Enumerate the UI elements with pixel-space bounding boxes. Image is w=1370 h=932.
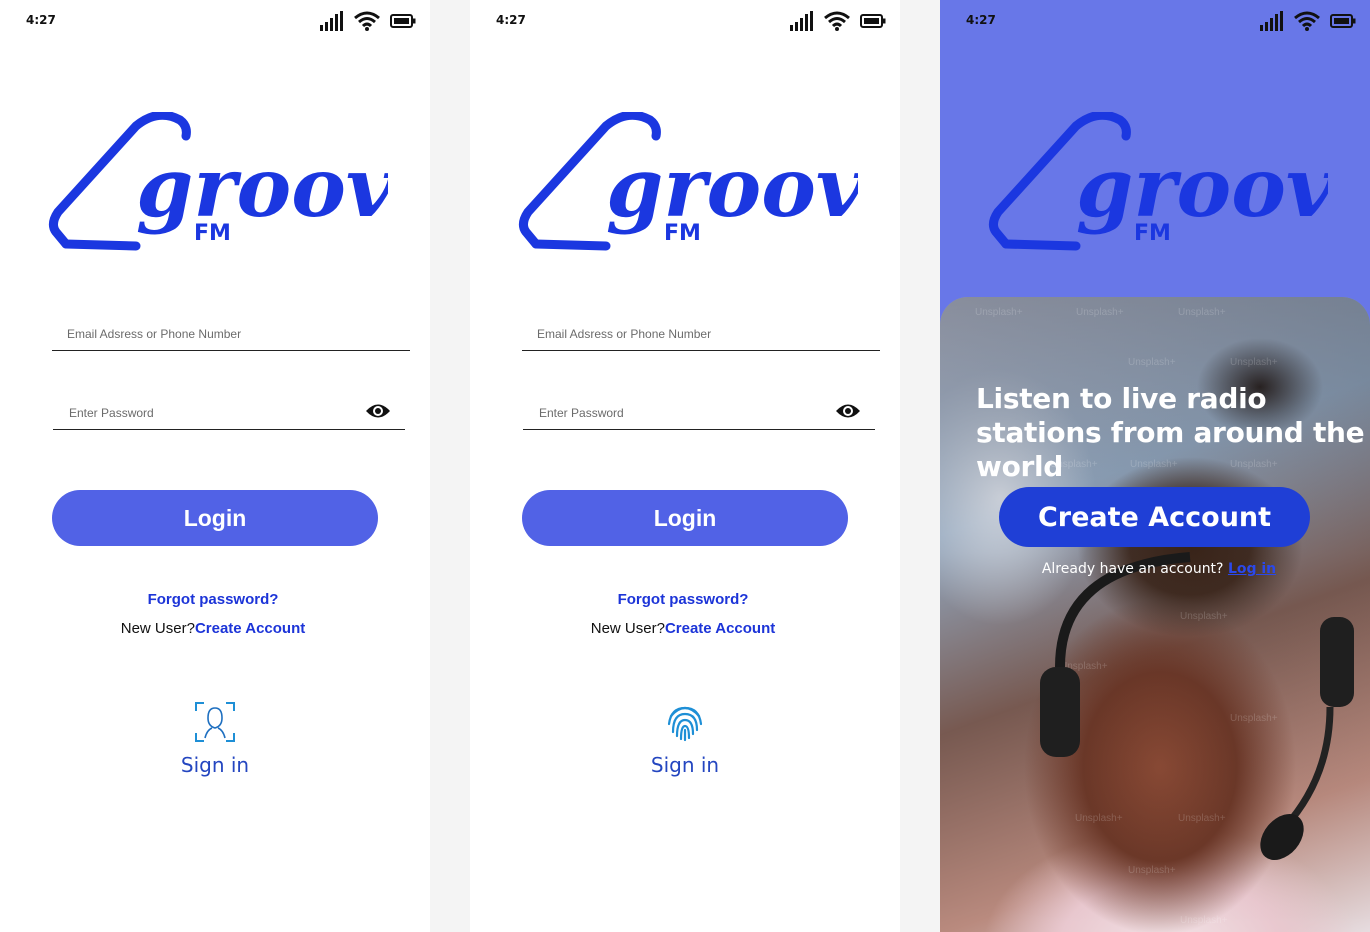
already-have-account-row: Already have an account? Log in xyxy=(940,561,1370,577)
already-text: Already have an account? xyxy=(1041,561,1224,577)
password-field[interactable]: Enter Password xyxy=(523,389,875,430)
eye-icon[interactable] xyxy=(365,402,391,420)
logo-word: groove xyxy=(136,140,388,236)
new-user-row: New User?Create Account xyxy=(0,620,430,637)
groove-fm-logo: groove FM xyxy=(48,112,388,251)
watermark: Unsplash+ xyxy=(1076,307,1124,318)
new-user-row: New User?Create Account xyxy=(470,620,900,637)
battery-icon xyxy=(860,14,886,28)
logo-sub: FM xyxy=(1134,221,1171,246)
biometric-sign-in[interactable]: Sign in xyxy=(470,753,900,777)
signal-icon xyxy=(1260,11,1283,31)
watermark: Unsplash+ xyxy=(1178,307,1226,318)
wifi-icon xyxy=(824,11,850,31)
status-time: 4:27 xyxy=(26,13,56,27)
status-bar: 4:27 xyxy=(940,0,1370,44)
fingerprint-icon[interactable] xyxy=(663,700,707,744)
battery-icon xyxy=(1330,14,1356,28)
logo-word: groove xyxy=(606,140,858,236)
biometric-sign-in[interactable]: Sign in xyxy=(0,753,430,777)
status-time: 4:27 xyxy=(966,13,996,27)
email-placeholder: Email Adsress or Phone Number xyxy=(537,327,712,341)
status-bar: 4:27 xyxy=(0,0,430,44)
watermark: Unsplash+ xyxy=(1180,915,1228,926)
logo-sub: FM xyxy=(194,221,231,246)
log-in-link[interactable]: Log in xyxy=(1228,561,1276,577)
password-field[interactable]: Enter Password xyxy=(53,389,405,430)
watermark: Unsplash+ xyxy=(1230,357,1278,368)
create-account-link[interactable]: Create Account xyxy=(665,620,775,637)
create-account-link[interactable]: Create Account xyxy=(195,620,305,637)
face-id-icon[interactable] xyxy=(193,700,237,744)
signal-icon xyxy=(790,11,813,31)
eye-icon[interactable] xyxy=(835,402,861,420)
watermark: Unsplash+ xyxy=(1128,357,1176,368)
create-account-button[interactable]: Create Account xyxy=(999,487,1310,547)
status-time: 4:27 xyxy=(496,13,526,27)
status-bar: 4:27 xyxy=(470,0,900,44)
login-button[interactable]: Login xyxy=(52,490,378,546)
logo-sub: FM xyxy=(664,221,701,246)
wifi-icon xyxy=(354,11,380,31)
new-user-text: New User? xyxy=(590,620,665,637)
signal-icon xyxy=(320,11,343,31)
password-placeholder: Enter Password xyxy=(69,406,154,420)
password-placeholder: Enter Password xyxy=(539,406,624,420)
watermark: Unsplash+ xyxy=(975,307,1023,318)
email-placeholder: Email Adsress or Phone Number xyxy=(67,327,242,341)
wifi-icon xyxy=(1294,11,1320,31)
logo-word: groove xyxy=(1076,140,1328,236)
welcome-screen: 4:27 groove FM Unsplash+ Unsplash+ Unspl… xyxy=(940,0,1370,932)
hero-headline: Listen to live radio stations from aroun… xyxy=(976,382,1365,483)
login-button[interactable]: Login xyxy=(522,490,848,546)
forgot-password-link[interactable]: Forgot password? xyxy=(0,591,430,608)
groove-fm-logo: groove FM xyxy=(518,112,858,251)
login-screen-face: 4:27 groove FM Email Adsress or Phone Nu… xyxy=(0,0,430,932)
forgot-password-link[interactable]: Forgot password? xyxy=(470,591,900,608)
email-field[interactable]: Email Adsress or Phone Number xyxy=(522,310,880,351)
email-field[interactable]: Email Adsress or Phone Number xyxy=(52,310,410,351)
new-user-text: New User? xyxy=(120,620,195,637)
login-screen-fingerprint: 4:27 groove FM Email Adsress or Phone Nu… xyxy=(470,0,900,932)
battery-icon xyxy=(390,14,416,28)
groove-fm-logo: groove FM xyxy=(988,112,1328,251)
headphones-graphic xyxy=(1040,552,1354,861)
